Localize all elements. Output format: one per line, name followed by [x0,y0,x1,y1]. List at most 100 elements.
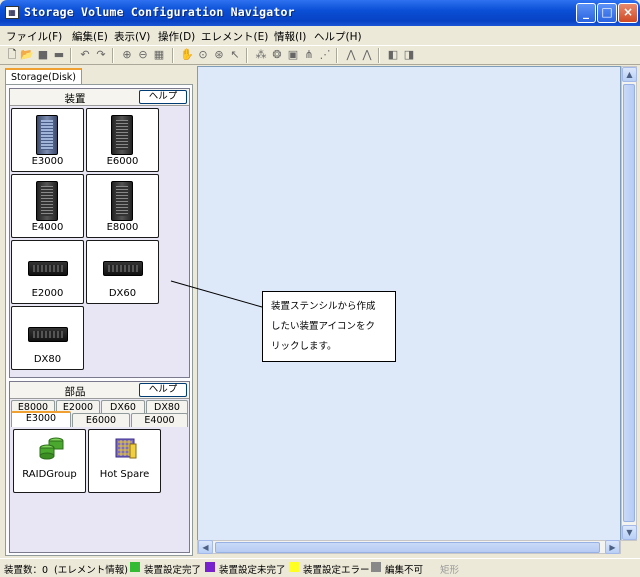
device-e3000[interactable]: E3000 [11,108,84,172]
minimize-button[interactable]: _ [576,3,596,23]
device-stencil-header: 装置 ヘルプ [10,89,189,106]
layout-hier2-icon[interactable]: ⋀ [360,48,374,62]
rack-unit-icon [28,261,68,276]
legend-error: 装置設定エラー [303,565,370,576]
menu-element[interactable]: エレメント(E) [201,29,268,44]
diagram-canvas[interactable] [197,66,621,541]
toolbar-separator [172,48,174,63]
device-label: E6000 [106,156,139,167]
layout-tree-icon[interactable]: ⋔ [302,48,316,62]
scroll-right-icon[interactable]: ▶ [605,540,620,554]
tower-light-icon [36,115,58,155]
device-stencil: 装置 ヘルプ E3000 E6000 E4000 E8000 E2000 DX6… [9,88,190,378]
pan-hand-icon[interactable]: ✋ [180,48,194,62]
legend-swatch-readonly [371,562,381,572]
layout-hier-icon[interactable]: ⋀ [344,48,358,62]
zoom-in-icon[interactable]: ⊕ [120,48,134,62]
open-folder-icon[interactable]: 📂 [20,48,34,62]
legend-readonly: 編集不可 [385,565,424,576]
layout-box-icon[interactable]: ▣ [286,48,300,62]
collapse-icon[interactable]: ◧ [386,48,400,62]
part-label: RAIDGroup [22,469,77,480]
toolbar-separator [246,48,248,63]
layout-grid-icon[interactable]: ⁂ [254,48,268,62]
device-dx80[interactable]: DX80 [11,306,84,370]
parts-stencil-body: RAIDGroup Hot Spare [10,427,189,552]
device-e8000[interactable]: E8000 [86,174,159,238]
vertical-scroll-thumb[interactable] [623,84,635,522]
shape-mode: 矩形 [440,565,460,576]
parts-stencil: 部品 ヘルプ E8000 E2000 DX60 DX80 E3000 E6000… [9,381,190,553]
device-e6000[interactable]: E6000 [86,108,159,172]
redo-icon[interactable]: ↷ [94,48,108,62]
scroll-left-icon[interactable]: ◀ [198,540,213,554]
window-title: Storage Volume Configuration Navigator [24,5,295,19]
parts-stencil-header: 部品 ヘルプ [10,382,189,399]
device-label: DX60 [108,288,137,299]
toolbar-separator [336,48,338,63]
layout-free-icon[interactable]: ⋰ [318,48,332,62]
legend-incomplete: 装置設定未完了 [219,565,286,576]
stencil-panel: Storage(Disk) 装置 ヘルプ E3000 E6000 E4000 E… [2,66,194,556]
zoom-select-icon[interactable]: ⊛ [212,48,226,62]
fit-window-icon[interactable]: ▦ [152,48,166,62]
device-label: E8000 [106,222,139,233]
part-raidgroup[interactable]: RAIDGroup [13,429,86,493]
tab-dx80[interactable]: DX80 [146,400,188,414]
horizontal-scrollbar[interactable]: ◀ ▶ [197,540,621,554]
menu-operation[interactable]: 操作(D) [158,29,195,44]
vertical-scrollbar[interactable]: ▲ ▼ [621,66,637,541]
hot-spare-icon [115,438,137,459]
device-e2000[interactable]: E2000 [11,240,84,304]
tower-dark-icon [111,115,133,155]
pointer-icon[interactable]: ↖ [228,48,242,62]
tab-e6000[interactable]: E6000 [72,413,130,427]
menu-edit[interactable]: 編集(E) [72,29,108,44]
expand-icon[interactable]: ◨ [402,48,416,62]
maximize-button[interactable]: □ [597,3,617,23]
device-help-button[interactable]: ヘルプ [139,90,187,104]
app-icon: ▦ [5,6,19,19]
device-stencil-title: 装置 [64,93,86,105]
device-dx60[interactable]: DX60 [86,240,159,304]
rack-unit-icon [28,327,68,342]
device-label: E3000 [31,156,64,167]
device-count: 装置数：0 [4,565,49,576]
raid-group-icon [39,437,64,460]
tab-e4000[interactable]: E4000 [131,413,188,427]
scroll-down-icon[interactable]: ▼ [622,525,637,540]
stencil-pane: 装置 ヘルプ E3000 E6000 E4000 E8000 E2000 DX6… [5,84,193,556]
device-stencil-body: E3000 E6000 E4000 E8000 E2000 DX60 DX80 [10,107,189,377]
device-label: DX80 [33,354,62,365]
legend-swatch-error [289,562,299,572]
tab-storage-disk[interactable]: Storage(Disk) [5,68,82,85]
device-label: E2000 [31,288,64,299]
undo-icon[interactable]: ↶ [78,48,92,62]
instruction-callout: 装置ステンシルから作成 したい装置アイコンをク リックします。 [262,291,396,362]
legend-swatch-complete [130,562,140,572]
close-button[interactable]: × [618,3,638,23]
menu-file[interactable]: ファイル(F) [6,29,62,44]
status-bar: 装置数：0 (エレメント情報) 装置設定完了 装置設定未完了 装置設定エラー 編… [0,558,640,577]
print-icon[interactable]: ▬ [52,48,66,62]
device-e4000[interactable]: E4000 [11,174,84,238]
menu-info[interactable]: 情報(I) [274,29,306,44]
legend-swatch-incomplete [205,562,215,572]
menu-help[interactable]: ヘルプ(H) [314,29,362,44]
tab-e3000[interactable]: E3000 [11,411,71,427]
device-label: E4000 [31,222,64,233]
layout-circle-icon[interactable]: ❂ [270,48,284,62]
toolbar: 🗋 📂 ■ ▬ ↶ ↷ ⊕ ⊖ ▦ ✋ ⊙ ⊛ ↖ ⁂ ❂ ▣ ⋔ ⋰ ⋀ ⋀ … [0,45,640,65]
zoom-area-icon[interactable]: ⊙ [196,48,210,62]
save-icon[interactable]: ■ [36,48,50,62]
rack-unit-icon [103,261,143,276]
tab-dx60[interactable]: DX60 [101,400,145,414]
parts-help-button[interactable]: ヘルプ [139,383,187,397]
menu-view[interactable]: 表示(V) [114,29,150,44]
scroll-up-icon[interactable]: ▲ [622,67,637,82]
horizontal-scroll-thumb[interactable] [215,542,600,553]
part-hot-spare[interactable]: Hot Spare [88,429,161,493]
part-label: Hot Spare [99,469,150,480]
new-file-icon[interactable]: 🗋 [5,48,19,62]
zoom-out-icon[interactable]: ⊖ [136,48,150,62]
